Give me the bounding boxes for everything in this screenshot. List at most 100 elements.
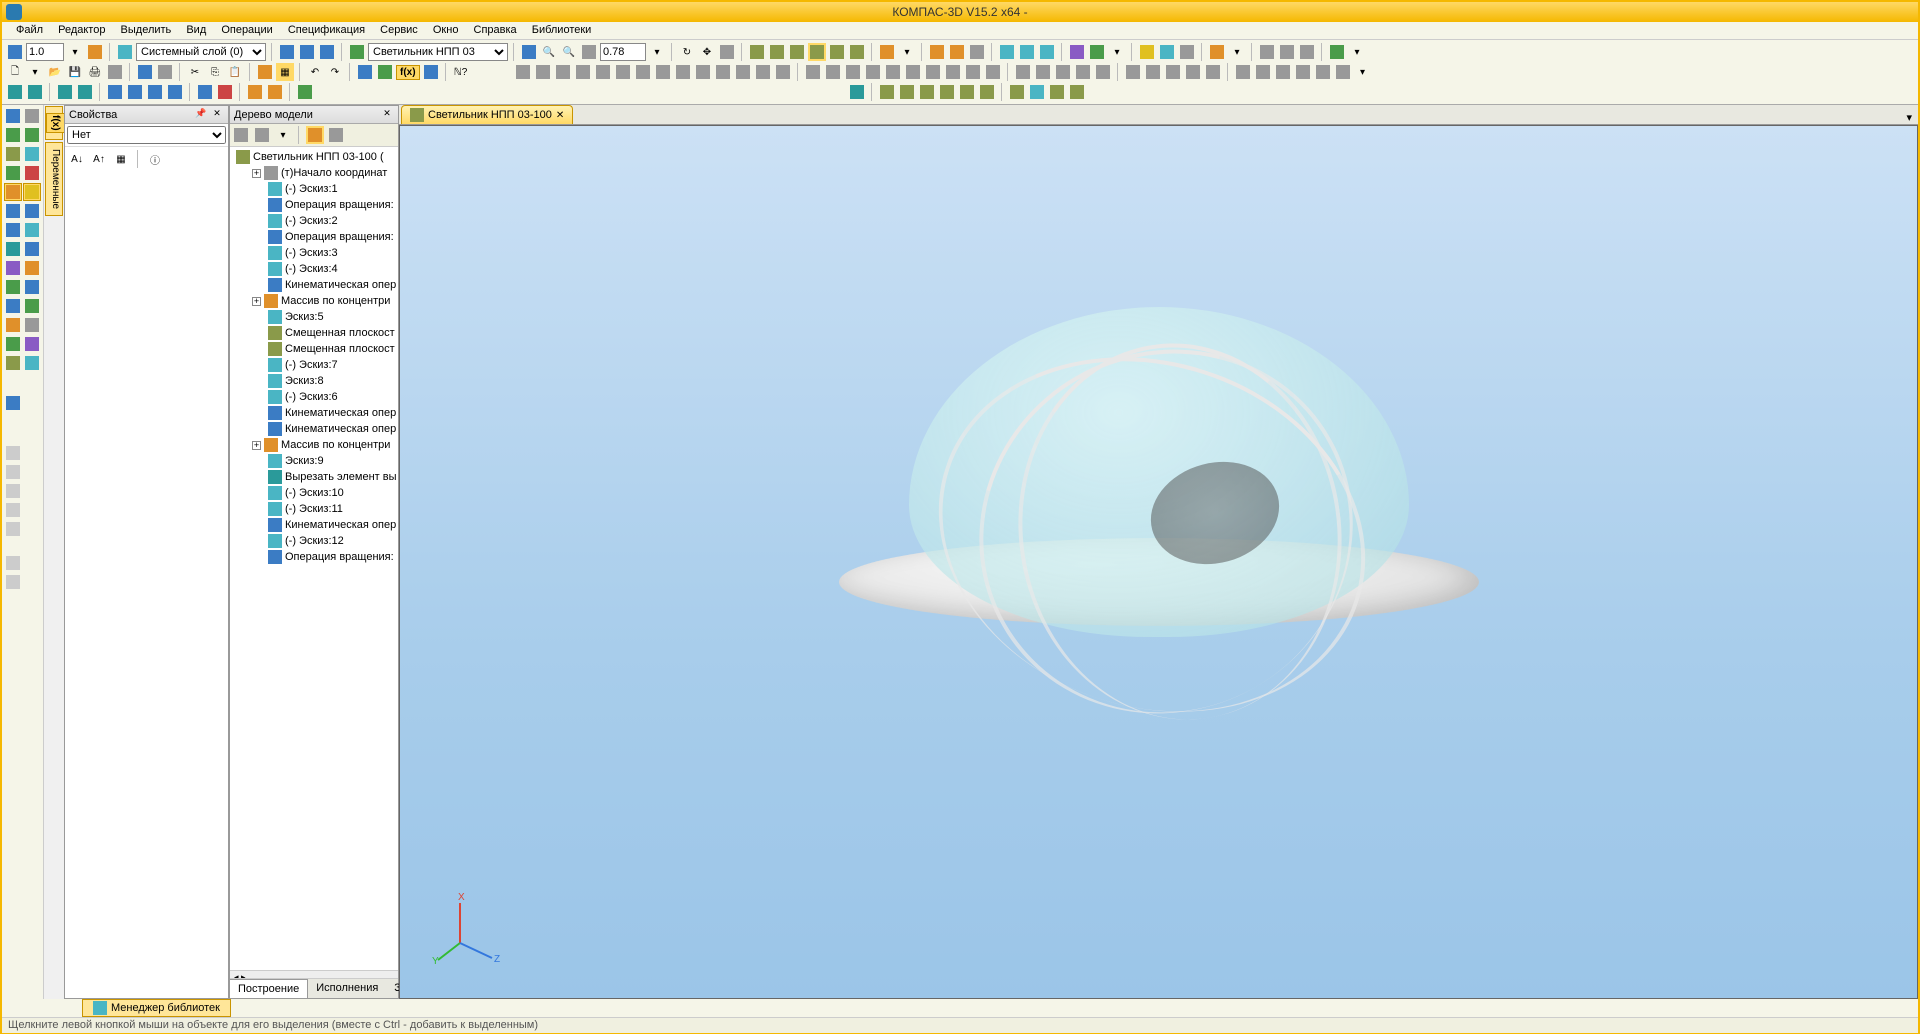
hatch-icon[interactable] xyxy=(904,63,922,81)
tree-node[interactable]: +Массив по концентри xyxy=(232,293,396,309)
document-tab[interactable]: Светильник НПП 03-100 ✕ xyxy=(401,105,573,124)
filter9-icon[interactable] xyxy=(674,63,692,81)
tree-node[interactable]: Операция вращения: xyxy=(232,197,396,213)
help-icon[interactable]: ℕ? xyxy=(452,63,470,81)
expander-icon[interactable]: + xyxy=(252,297,261,306)
box10-icon[interactable] xyxy=(1068,83,1086,101)
close-icon[interactable]: ✕ xyxy=(210,108,224,122)
props-icon[interactable] xyxy=(136,63,154,81)
lt-14-icon[interactable] xyxy=(23,221,41,239)
menu-file[interactable]: Файл xyxy=(10,22,49,38)
lt-g2-icon[interactable] xyxy=(4,463,22,481)
tree-node[interactable]: (-) Эскиз:1 xyxy=(232,181,396,197)
pan-icon[interactable]: ✥ xyxy=(698,43,716,61)
tree-mode3-icon[interactable]: ▾ xyxy=(274,126,292,144)
lt-3-icon[interactable] xyxy=(4,126,22,144)
obj4-icon[interactable] xyxy=(1184,63,1202,81)
lt-26-icon[interactable] xyxy=(23,335,41,353)
lt-28-icon[interactable] xyxy=(23,354,41,372)
tree-node[interactable]: (-) Эскиз:12 xyxy=(232,533,396,549)
menu-view[interactable]: Вид xyxy=(180,22,212,38)
sel1-icon[interactable] xyxy=(6,83,24,101)
tree-node[interactable]: (-) Эскиз:3 xyxy=(232,245,396,261)
shaded-edges-icon[interactable] xyxy=(808,43,826,61)
tree-mode1-icon[interactable] xyxy=(232,126,250,144)
doc-dropdown-icon[interactable]: ▾ xyxy=(1900,111,1918,124)
box9-icon[interactable] xyxy=(1048,83,1066,101)
body3-icon[interactable] xyxy=(146,83,164,101)
texture-icon[interactable] xyxy=(1088,43,1106,61)
rotate-icon[interactable]: ↻ xyxy=(678,43,696,61)
tree-node[interactable]: (-) Эскиз:2 xyxy=(232,213,396,229)
lt-g5-icon[interactable] xyxy=(4,520,22,538)
menu-edit[interactable]: Редактор xyxy=(52,22,111,38)
lt-29-icon[interactable] xyxy=(4,394,22,412)
constraint1-icon[interactable] xyxy=(1014,63,1032,81)
tree-node[interactable]: (-) Эскиз:11 xyxy=(232,501,396,517)
box4-icon[interactable] xyxy=(938,83,956,101)
tree-node[interactable]: (-) Эскиз:4 xyxy=(232,261,396,277)
constraint2-icon[interactable] xyxy=(1034,63,1052,81)
filter3-icon[interactable] xyxy=(554,63,572,81)
exclude-icon[interactable] xyxy=(998,43,1016,61)
view2-icon[interactable]: ▾ xyxy=(898,43,916,61)
body6-icon[interactable] xyxy=(216,83,234,101)
print-icon[interactable] xyxy=(1258,43,1276,61)
pin-icon[interactable]: 📌 xyxy=(194,108,208,122)
lt-17-icon[interactable] xyxy=(4,259,22,277)
wireframe-icon[interactable] xyxy=(748,43,766,61)
save-icon[interactable]: 💾 xyxy=(66,63,84,81)
part-combo[interactable]: Светильник НПП 03 xyxy=(368,43,508,61)
lt-g7-icon[interactable] xyxy=(4,573,22,591)
shadow-icon[interactable] xyxy=(1158,43,1176,61)
print-std-icon[interactable]: 🖨 xyxy=(86,63,104,81)
lt-2-icon[interactable] xyxy=(23,107,41,125)
lt-19-icon[interactable] xyxy=(4,278,22,296)
preview-icon[interactable] xyxy=(106,63,124,81)
layer-icon[interactable] xyxy=(116,43,134,61)
lt-18-icon[interactable] xyxy=(23,259,41,277)
sketch2-icon[interactable] xyxy=(298,43,316,61)
box5-icon[interactable] xyxy=(958,83,976,101)
section-icon[interactable] xyxy=(928,43,946,61)
lt-10-icon[interactable] xyxy=(23,183,41,201)
dropdown3-icon[interactable]: ▾ xyxy=(1108,43,1126,61)
perspective-icon[interactable] xyxy=(848,43,866,61)
bbox-icon[interactable] xyxy=(968,43,986,61)
filter6-icon[interactable] xyxy=(614,63,632,81)
lt-24-icon[interactable] xyxy=(23,316,41,334)
menu-operations[interactable]: Операции xyxy=(215,22,278,38)
lt-5-icon[interactable] xyxy=(4,145,22,163)
tree-node[interactable]: Смещенная плоскост xyxy=(232,325,396,341)
sel4-icon[interactable] xyxy=(76,83,94,101)
shaded-icon[interactable] xyxy=(788,43,806,61)
tree-node[interactable]: Вырезать элемент вы xyxy=(232,469,396,485)
box2-icon[interactable] xyxy=(898,83,916,101)
menu-window[interactable]: Окно xyxy=(427,22,465,38)
filter10-icon[interactable] xyxy=(694,63,712,81)
filter11-icon[interactable] xyxy=(714,63,732,81)
lighting-icon[interactable] xyxy=(1138,43,1156,61)
spline-icon[interactable] xyxy=(884,63,902,81)
measure-icon[interactable] xyxy=(1178,43,1196,61)
geom-icon[interactable] xyxy=(964,63,982,81)
dropdown-icon[interactable]: ▾ xyxy=(66,43,84,61)
dropdown2-icon[interactable]: ▾ xyxy=(648,43,666,61)
lt-11-icon[interactable] xyxy=(4,202,22,220)
tree-node[interactable]: Смещенная плоскост xyxy=(232,341,396,357)
open-icon[interactable]: 📂 xyxy=(46,63,64,81)
tab-build[interactable]: Построение xyxy=(230,979,308,998)
box8-icon[interactable] xyxy=(1028,83,1046,101)
redo-icon[interactable]: ↷ xyxy=(326,63,344,81)
zoom-out-icon[interactable]: 🔍 xyxy=(560,43,578,61)
vars-icon[interactable] xyxy=(376,63,394,81)
clip-icon[interactable] xyxy=(948,43,966,61)
lib-icon[interactable] xyxy=(356,63,374,81)
spec-icon[interactable] xyxy=(156,63,174,81)
library-manager-tab[interactable]: Менеджер библиотек xyxy=(82,999,231,1017)
tree-filter-icon[interactable] xyxy=(306,126,324,144)
obj2-icon[interactable] xyxy=(1144,63,1162,81)
lt-16-icon[interactable] xyxy=(23,240,41,258)
sel2-icon[interactable] xyxy=(26,83,44,101)
lt-1-icon[interactable] xyxy=(4,107,22,125)
